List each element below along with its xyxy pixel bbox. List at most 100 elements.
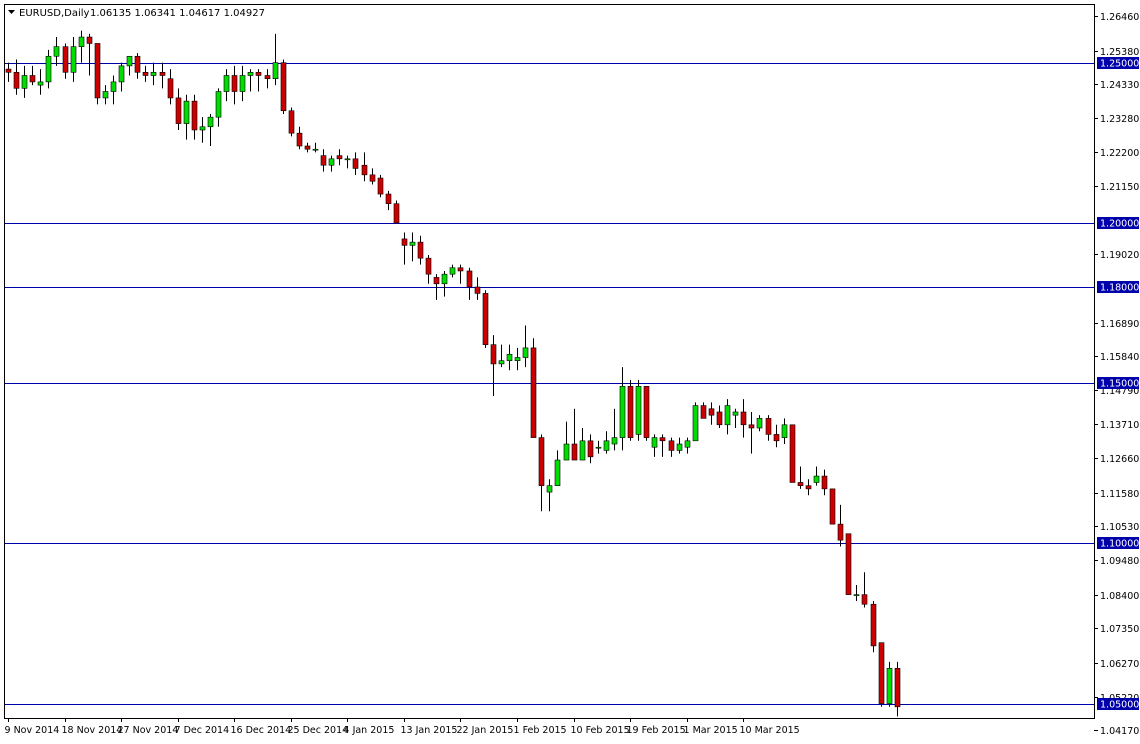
candle-body [449, 267, 456, 275]
candle-body [853, 594, 860, 596]
candle-body [264, 75, 271, 80]
candle-body [159, 71, 166, 76]
candle-body [320, 155, 327, 166]
candle-body [797, 482, 804, 486]
time-tick-label: 9 Nov 2014 [5, 725, 60, 736]
candle-body [142, 71, 149, 76]
candle-body [344, 158, 351, 161]
candle-body [894, 668, 901, 708]
candle-body [676, 443, 683, 451]
level-label: 1.15000 [1100, 379, 1139, 390]
candle-body [126, 55, 133, 67]
candle-body [708, 408, 715, 416]
candle [635, 379, 642, 441]
candle-body [700, 405, 707, 419]
candle-body [417, 241, 424, 259]
time-tick-label: 13 Jan 2015 [401, 725, 458, 736]
candle [886, 661, 893, 707]
candle-body [361, 164, 368, 176]
candle [878, 642, 885, 707]
candle-body [328, 158, 335, 166]
candle-body [651, 437, 658, 448]
candle-body [231, 75, 238, 92]
candle-body [668, 440, 675, 451]
candle-body [45, 55, 52, 83]
candle-body [401, 238, 408, 246]
price-tick-label: 1.23280 [1100, 114, 1139, 125]
candle [627, 379, 634, 441]
ohlc-readout: 1.06135 1.06341 1.04617 1.04927 [90, 8, 265, 19]
candle-body [692, 405, 699, 442]
candle-body [466, 270, 473, 288]
candle-body [110, 81, 117, 92]
candle-body [280, 62, 287, 112]
price-tick-label: 1.21150 [1100, 182, 1139, 193]
candlestick-chart[interactable]: 1.26460 1.25380 1.24330 1.23280 1.22200 1.211… [0, 0, 1140, 740]
time-tick-label: 25 Dec 2014 [288, 725, 349, 736]
price-tick-label: 1.16890 [1100, 319, 1139, 330]
candle [692, 402, 699, 442]
price-tick-label: 1.19020 [1100, 250, 1139, 261]
candle-body [369, 174, 376, 182]
candle-body [255, 71, 262, 76]
candle-body [571, 443, 578, 461]
price-tick-label: 1.26460 [1100, 12, 1139, 23]
candle-body [385, 193, 392, 204]
candle-body [474, 286, 481, 294]
candle-body [546, 485, 553, 493]
candle-body [70, 46, 77, 73]
candle-body [821, 475, 828, 490]
candle-body [62, 46, 69, 73]
candle-body [167, 78, 174, 99]
candle-body [457, 267, 464, 272]
level-label: 1.25000 [1100, 59, 1139, 70]
price-tick-label: 1.25380 [1100, 47, 1139, 58]
chart-window[interactable]: 1.26460 1.25380 1.24330 1.23280 1.22200 1.211… [0, 0, 1140, 740]
candle-body [223, 75, 230, 92]
candle-body [813, 475, 820, 483]
time-tick-label: 19 Feb 2015 [627, 725, 686, 736]
candle [829, 488, 836, 525]
candle-body [498, 360, 505, 365]
candle-body [870, 603, 877, 647]
candle-body [247, 71, 254, 76]
candle-body [490, 344, 497, 365]
candle-body [789, 424, 796, 483]
candle-body [13, 71, 20, 89]
candle-body [554, 459, 561, 486]
candle [288, 107, 295, 137]
level-label: 1.18000 [1100, 283, 1139, 294]
candle-body [845, 533, 852, 595]
candle-body [352, 158, 359, 169]
price-tick-label: 1.04170 [1100, 726, 1139, 737]
time-tick-label: 4 Jan 2015 [344, 725, 395, 736]
candle [870, 601, 877, 653]
level-label: 1.10000 [1100, 539, 1139, 550]
candle-body [773, 434, 780, 442]
candle-body [425, 257, 432, 275]
candle-body [563, 443, 570, 461]
time-tick-label: 27 Nov 2014 [118, 725, 179, 736]
candle-body [611, 437, 618, 445]
time-tick-label: 1 Feb 2015 [514, 725, 567, 736]
candle-body [175, 97, 182, 124]
candle-body [5, 68, 12, 73]
candle [530, 338, 537, 438]
candle-body [659, 437, 666, 442]
candle [643, 386, 650, 441]
candle-body [724, 405, 731, 426]
candle-body [377, 177, 384, 195]
candle-body [296, 132, 303, 147]
candle-body [619, 386, 626, 438]
candle-body [29, 75, 36, 83]
candle-body [643, 386, 650, 438]
candle-body [506, 353, 513, 361]
candle [94, 43, 101, 105]
candle-body [118, 65, 125, 83]
candle-body [37, 81, 44, 86]
candle-body [21, 75, 28, 89]
price-tick-label: 1.11580 [1100, 489, 1139, 500]
candle-body [587, 440, 594, 458]
candle-body [86, 36, 93, 44]
candle-body [886, 668, 893, 704]
